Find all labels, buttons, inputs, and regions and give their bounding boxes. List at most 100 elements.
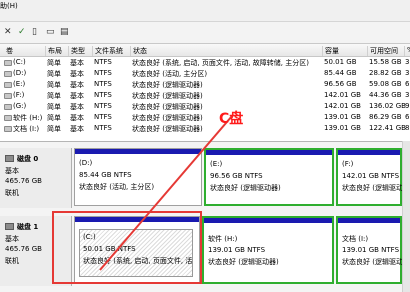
table-row[interactable]: 软件 (H:) 简单 基本 NTFS 状态良好 (逻辑驱动器) 139.01 GB 86.2… xyxy=(0,113,410,124)
disk-0-label[interactable]: 磁盘 0 基本 465.76 GB 联机 xyxy=(0,148,72,208)
cell-fs: NTFS xyxy=(94,124,112,132)
cell-capacity: 96.56 GB xyxy=(324,80,357,88)
cell-fs: NTFS xyxy=(94,80,112,88)
col-type[interactable]: 类型 xyxy=(68,46,85,56)
partition-size: 142.01 GB NTFS xyxy=(342,172,400,180)
partition-status: 状态良好 (逻辑驱动器) xyxy=(342,258,410,266)
cell-free: 44.36 GB xyxy=(369,91,402,99)
cell-status: 状态良好 (逻辑驱动器) xyxy=(132,81,203,89)
close-icon[interactable]: ✕ xyxy=(4,27,12,37)
cell-layout: 简单 xyxy=(47,81,61,89)
cell-type: 基本 xyxy=(70,114,84,122)
disk-icon xyxy=(5,223,14,230)
cell-volume: (F:) xyxy=(13,91,25,99)
cell-pct: 8 xyxy=(405,124,410,132)
table-row[interactable]: (G:) 简单 基本 NTFS 状态良好 (逻辑驱动器) 142.01 GB 136.02 … xyxy=(0,102,410,113)
cell-volume: 软件 (H:) xyxy=(13,114,43,122)
partition-title: (D:) xyxy=(79,159,93,167)
disk-size: 465.76 GB xyxy=(5,245,42,253)
cell-type: 基本 xyxy=(70,81,84,89)
col-capacity[interactable]: 容量 xyxy=(322,46,339,56)
cell-fs: NTFS xyxy=(94,58,112,66)
table-row[interactable]: (E:) 简单 基本 NTFS 状态良好 (逻辑驱动器) 96.56 GB 59.08 GB… xyxy=(0,80,410,91)
cell-free: 122.41 GB xyxy=(369,124,406,132)
partition-i[interactable]: 文档 (I:) 139.01 GB NTFS 状态良好 (逻辑驱动器) xyxy=(336,216,410,284)
cell-volume: (E:) xyxy=(13,80,26,88)
cell-status: 状态良好 (系统, 启动, 页面文件, 活动, 故障转储, 主分区) xyxy=(132,59,309,67)
primary-bar xyxy=(75,149,201,154)
cell-layout: 简单 xyxy=(47,70,61,78)
partition-status: 状态良好 (逻辑驱动器) xyxy=(342,184,410,192)
partition-title: 文档 (I:) xyxy=(342,235,369,243)
logical-bar xyxy=(338,218,400,223)
cell-layout: 简单 xyxy=(47,92,61,100)
cell-type: 基本 xyxy=(70,70,84,78)
cell-status: 状态良好 (逻辑驱动器) xyxy=(132,114,203,122)
cell-fs: NTFS xyxy=(94,113,112,121)
cell-capacity: 142.01 GB xyxy=(324,91,361,99)
table-row[interactable]: (D:) 简单 基本 NTFS 状态良好 (活动, 主分区) 85.44 GB 28.82 … xyxy=(0,69,410,80)
cell-type: 基本 xyxy=(70,92,84,100)
volume-icon xyxy=(4,60,12,66)
menu-bar: 助(H) xyxy=(0,0,410,22)
table-row[interactable]: (C:) 简单 基本 NTFS 状态良好 (系统, 启动, 页面文件, 活动, 故障转储… xyxy=(0,58,410,69)
disk-status: 联机 xyxy=(5,257,19,265)
partition-title: (F:) xyxy=(342,160,354,168)
partition-status: 状态良好 (逻辑驱动器) xyxy=(210,184,281,192)
cell-pct: 3 xyxy=(405,91,410,99)
col-pct[interactable]: % xyxy=(404,46,410,56)
vertical-scrollbar[interactable] xyxy=(402,141,410,292)
partition-h[interactable]: 软件 (H:) 139.01 GB NTFS 状态良好 (逻辑驱动器) xyxy=(202,216,334,284)
cell-pct: 6 xyxy=(405,80,410,88)
partition-size: 139.01 GB NTFS xyxy=(208,246,266,254)
col-fs[interactable]: 文件系统 xyxy=(92,46,123,56)
cell-pct: 3 xyxy=(405,58,410,66)
cell-status: 状态良好 (逻辑驱动器) xyxy=(132,103,203,111)
table-row[interactable]: (F:) 简单 基本 NTFS 状态良好 (逻辑驱动器) 142.01 GB 44.36 G… xyxy=(0,91,410,102)
annotation-label: C盘 xyxy=(219,111,244,127)
cell-type: 基本 xyxy=(70,59,84,67)
logical-bar xyxy=(338,150,400,155)
col-volume[interactable]: 卷 xyxy=(4,46,13,56)
toolbar: ✕ ✓ ▯ ▭ ▤ xyxy=(0,22,410,44)
col-layout[interactable]: 布局 xyxy=(45,46,62,56)
disk-icon xyxy=(5,155,14,162)
volume-icon xyxy=(4,93,12,99)
disk-status: 联机 xyxy=(5,189,19,197)
cell-layout: 简单 xyxy=(47,103,61,111)
volume-icon xyxy=(4,115,12,121)
properties-icon[interactable]: ▤ xyxy=(60,27,69,37)
cell-type: 基本 xyxy=(70,125,84,133)
cell-fs: NTFS xyxy=(94,102,112,110)
cell-pct: 9 xyxy=(405,102,410,110)
folder-icon[interactable]: ▭ xyxy=(46,27,55,37)
cell-free: 86.29 GB xyxy=(369,113,402,121)
logical-bar xyxy=(206,150,332,155)
volume-icon xyxy=(4,104,12,110)
cell-free: 15.58 GB xyxy=(369,58,402,66)
logical-bar xyxy=(204,218,332,223)
cell-status: 状态良好 (逻辑驱动器) xyxy=(132,125,203,133)
volume-icon xyxy=(4,126,12,132)
cell-capacity: 50.01 GB xyxy=(324,58,357,66)
col-free[interactable]: 可用空间 xyxy=(367,46,398,56)
menu-help[interactable]: 助(H) xyxy=(0,1,18,11)
table-row[interactable]: 文档 (I:) 简单 基本 NTFS 状态良好 (逻辑驱动器) 139.01 GB 122.… xyxy=(0,124,410,135)
disk-name: 磁盘 0 xyxy=(17,155,39,163)
cell-free: 28.82 GB xyxy=(369,69,402,77)
cell-volume: (C:) xyxy=(13,58,26,66)
partition-title: 软件 (H:) xyxy=(208,235,238,243)
cell-type: 基本 xyxy=(70,103,84,111)
partition-f[interactable]: (F:) 142.01 GB NTFS 状态良好 (逻辑驱动器) xyxy=(336,148,410,206)
partition-e[interactable]: (E:) 96.56 GB NTFS 状态良好 (逻辑驱动器) xyxy=(204,148,334,206)
col-status[interactable]: 状态 xyxy=(130,46,147,56)
partition-status: 状态良好 (逻辑驱动器) xyxy=(208,258,279,266)
partition-d[interactable]: (D:) 85.44 GB NTFS 状态良好 (活动, 主分区) xyxy=(74,148,202,206)
disk-name: 磁盘 1 xyxy=(17,223,39,231)
check-icon[interactable]: ✓ xyxy=(18,27,26,37)
cell-volume: (D:) xyxy=(13,69,27,77)
disk-type: 基本 xyxy=(5,167,19,175)
cell-volume: (G:) xyxy=(13,102,27,110)
document-icon[interactable]: ▯ xyxy=(32,27,37,37)
table-header: 卷 布局 类型 文件系统 状态 容量 可用空间 % xyxy=(0,44,410,57)
